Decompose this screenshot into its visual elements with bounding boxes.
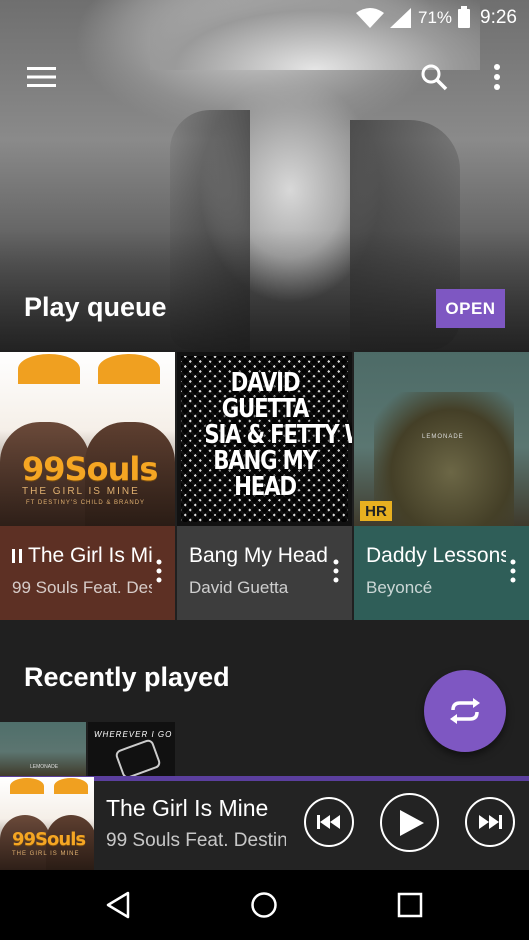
recent-album-thumb[interactable]: WHEREVER I GO [88,722,175,776]
pause-indicator-icon [12,549,22,563]
track-title-text: The Girl Is Mine [28,544,152,567]
back-triangle-icon [106,891,130,919]
now-playing-title: The Girl Is Mine [106,795,269,821]
clock: 9:26 [480,7,517,28]
app-bar [0,55,529,99]
next-button[interactable] [465,797,515,847]
album-art-line: GUETTA [221,394,310,424]
album-art-logo: 99Souls [12,829,86,850]
album-art-label: LEMONADE [422,434,464,440]
menu-icon[interactable] [20,55,64,99]
album-art-text: DAVID GUETTA SIA & FETTY WAP BANG MY HEA… [204,368,352,502]
recently-played-title: Recently played [24,662,230,692]
recent-album-thumb[interactable]: LEMONADE [0,722,86,776]
more-vert-icon[interactable] [151,558,167,586]
album-art-subtitle: THE GIRL IS MINE [12,851,80,857]
wifi-icon [355,8,384,28]
battery-icon [458,5,471,28]
now-playing-artist: 99 Souls Feat. Destiny's Child & Brandy [106,830,286,851]
signal-icon [389,8,411,28]
track-artist: Beyoncé [366,578,433,597]
track-artist: David Guetta [189,578,289,597]
skip-previous-icon [317,815,340,829]
album-art-credit: FT DESTINY'S CHILD & BRANDY [26,500,146,506]
album-art: 99Souls THE GIRL IS MINE FT DESTINY'S CH… [0,352,175,526]
track-artist: 99 Souls Feat. Destiny's Child & Brandy [12,578,152,597]
album-art-label: LEMONADE [30,764,59,770]
card-info: Daddy Lessons Beyoncé [354,526,529,620]
play-queue-title: Play queue [24,292,167,322]
album-art-line: DAVID [230,368,301,398]
card-info: The Girl Is Mine 99 Souls Feat. Destiny'… [0,526,175,620]
hi-res-badge: HR [360,501,392,521]
nav-back-button[interactable] [100,887,136,923]
queue-card[interactable]: 99Souls THE GIRL IS MINE FT DESTINY'S CH… [0,352,175,620]
album-art-line: BANG MY [213,446,318,476]
now-playing-art: 99Souls THE GIRL IS MINE [0,777,94,870]
more-vert-icon[interactable] [328,558,344,586]
album-art-label: WHEREVER I GO [94,730,173,739]
queue-card[interactable]: DAVID GUETTA SIA & FETTY WAP BANG MY HEA… [177,352,352,620]
previous-button[interactable] [304,797,354,847]
system-nav-bar [0,870,529,940]
skip-next-icon [479,815,502,829]
album-art-logo: 99Souls [22,450,158,488]
album-art: DAVID GUETTA SIA & FETTY WAP BANG MY HEA… [177,352,352,526]
queue-card[interactable]: LEMONADE HR Daddy Lessons Beyoncé [354,352,529,620]
recents-square-icon [397,892,423,918]
search-icon[interactable] [412,55,456,99]
album-art-line: HEAD [234,472,297,502]
queue-list: 99Souls THE GIRL IS MINE FT DESTINY'S CH… [0,352,529,620]
track-title: Bang My Head [189,544,329,568]
more-vert-icon[interactable] [505,558,521,586]
repeat-icon [450,698,480,724]
home-circle-icon [251,892,277,918]
more-vert-icon[interactable] [475,55,519,99]
track-title-text: Daddy Lessons [366,544,506,567]
shuffle-fab[interactable] [424,670,506,752]
play-button[interactable] [380,793,439,852]
card-info: Bang My Head David Guetta [177,526,352,620]
play-icon [399,809,424,836]
album-art: LEMONADE HR [354,352,529,526]
track-title-text: Bang My Head [189,544,328,567]
nav-home-button[interactable] [246,887,282,923]
track-title: The Girl Is Mine [12,544,152,568]
album-art-line: SIA & FETTY WAP [204,420,352,450]
nav-recents-button[interactable] [392,887,428,923]
battery-percent: 71% [417,8,453,27]
album-art-subtitle: THE GIRL IS MINE [22,486,140,497]
status-bar: 71% 9:26 [355,0,529,36]
track-title: Daddy Lessons [366,544,506,568]
open-queue-button[interactable]: OPEN [436,289,505,328]
